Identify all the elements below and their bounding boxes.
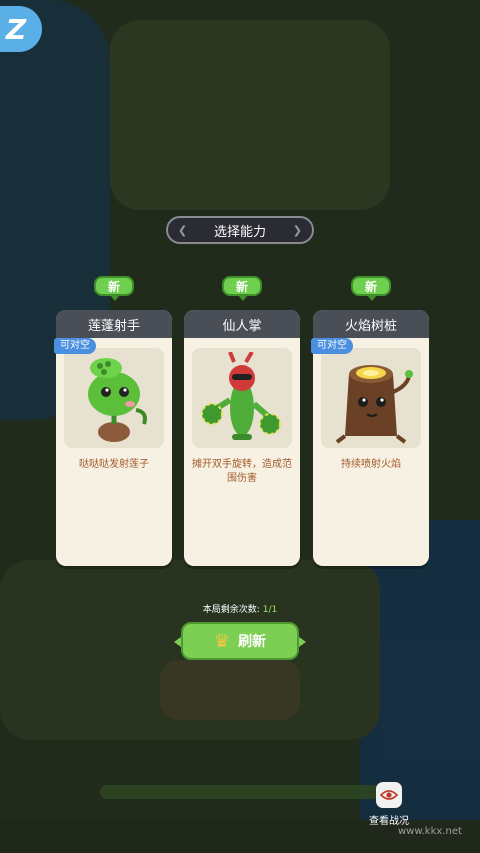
remaining-refresh-count: 本局剩余次数: 1/1 <box>0 602 480 615</box>
card-description: 持续喷射火焰 <box>341 459 401 470</box>
new-badge: 新 <box>94 276 134 301</box>
card-title: 莲蓬射手 <box>56 310 172 338</box>
card-title: 仙人掌 <box>184 310 300 338</box>
title-text: 选择能力 <box>213 224 266 240</box>
card-description: 摊开双手旋转，造成范围伤害 <box>192 459 292 484</box>
remaining-count: 1/1 <box>262 605 278 615</box>
card-title: 火焰树桩 <box>313 310 429 338</box>
anti-air-tag: 可对空 <box>54 338 96 354</box>
card-description: 哒哒哒发射莲子 <box>79 459 149 470</box>
new-badge: 新 <box>222 276 262 301</box>
lotus-shooter-icon <box>64 348 164 448</box>
anti-air-tag: 可对空 <box>311 338 353 354</box>
refresh-button[interactable]: ♛ 刷新 <box>174 622 306 660</box>
view-battle-button[interactable]: 查看战况 <box>364 782 414 827</box>
ability-card-cactus[interactable]: 新 仙人掌 摊开双手旋转，造成范围伤害 <box>184 276 300 566</box>
remaining-label: 本局剩余次数: <box>202 605 260 615</box>
eye-icon <box>376 782 402 808</box>
title-deco-right-icon: ❯ <box>292 224 302 237</box>
refresh-button-label: 刷新 <box>238 634 267 650</box>
cactus-icon <box>192 348 292 448</box>
select-ability-title: ❮ 选择能力 ❯ <box>166 216 314 244</box>
title-deco-left-icon: ❮ <box>178 224 188 237</box>
fire-stump-icon <box>321 348 421 448</box>
crown-icon: ♛ <box>213 630 231 652</box>
watermark-text: www.kkx.net <box>398 826 462 837</box>
new-badge: 新 <box>351 276 391 301</box>
view-battle-label: 查看战况 <box>369 816 409 827</box>
